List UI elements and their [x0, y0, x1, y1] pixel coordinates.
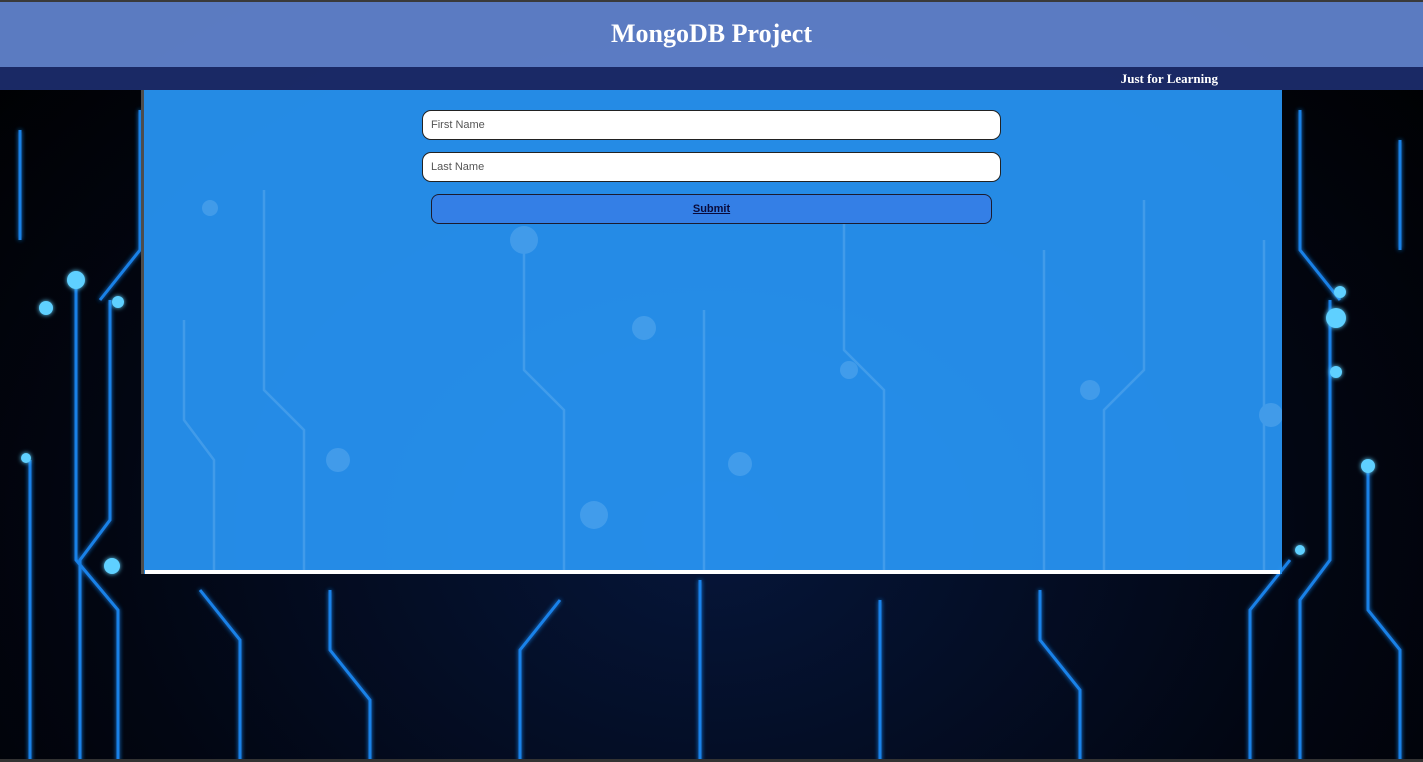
first-name-input[interactable] — [422, 110, 1001, 140]
form-panel: Submit — [141, 90, 1282, 574]
tagline-bar: Just for Learning — [0, 67, 1423, 90]
tagline-text: Just for Learning — [1120, 71, 1218, 86]
page-title: MongoDB Project — [611, 19, 812, 48]
panel-bottom-border — [145, 570, 1280, 574]
last-name-input[interactable] — [422, 152, 1001, 182]
submit-button[interactable]: Submit — [431, 194, 992, 224]
site-header: MongoDB Project — [0, 2, 1423, 67]
